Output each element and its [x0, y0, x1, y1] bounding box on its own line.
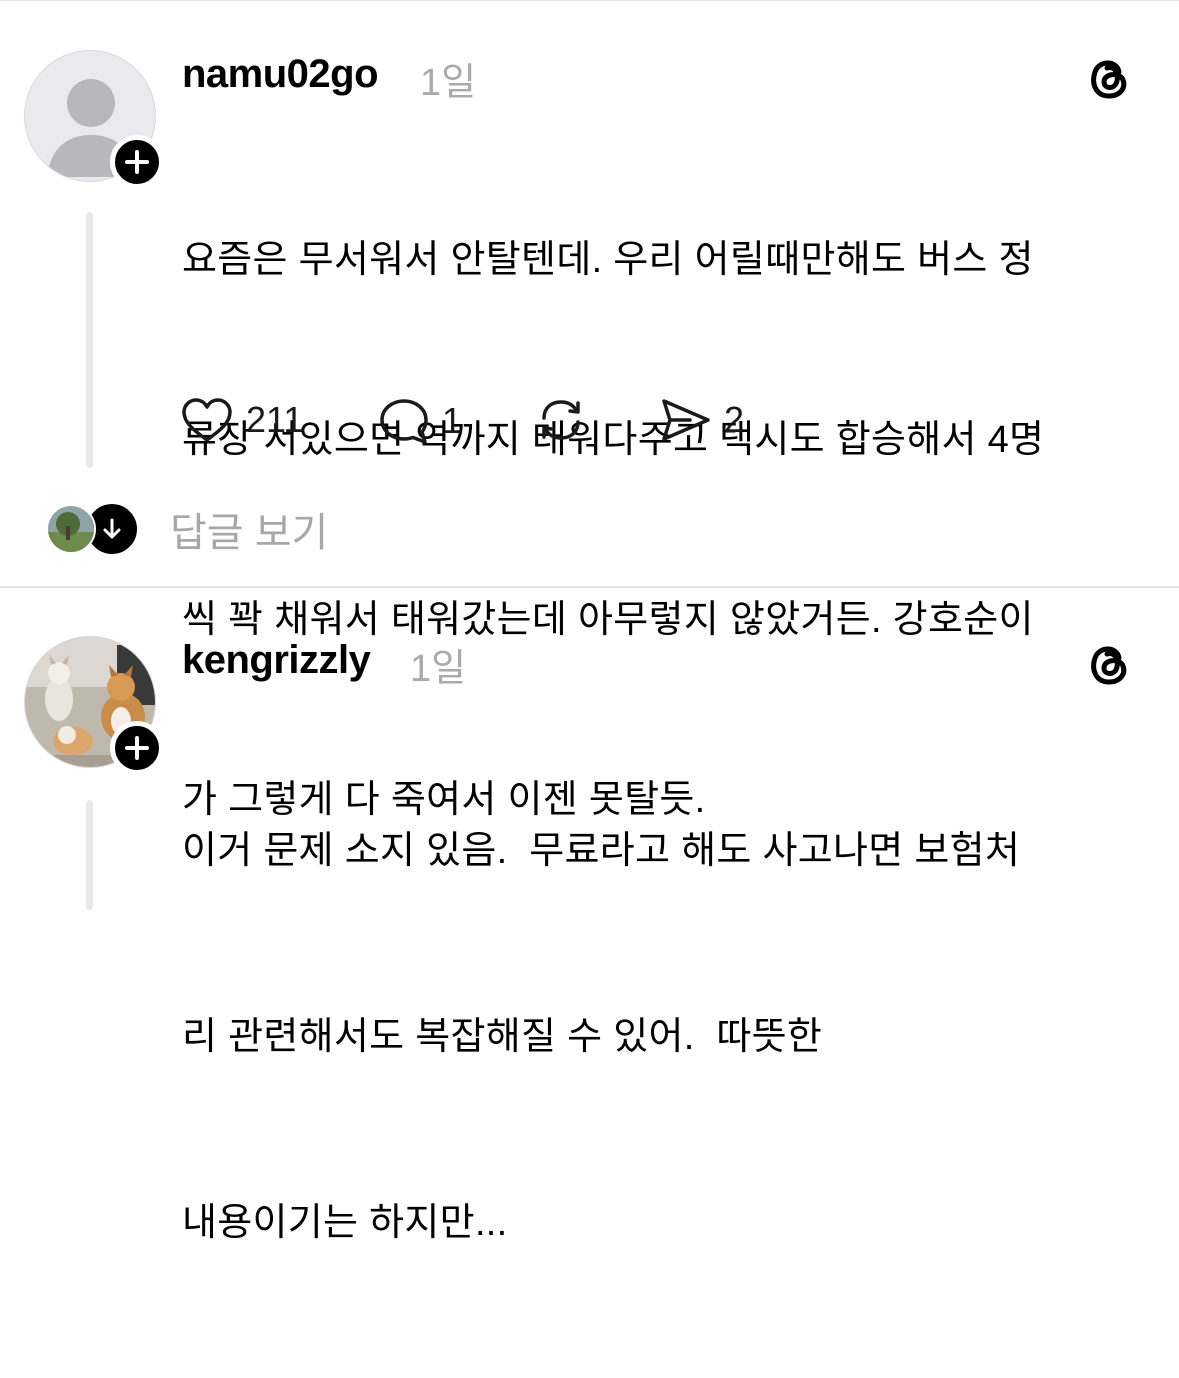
follow-button[interactable]	[110, 135, 164, 189]
comment-count: 1	[442, 400, 463, 441]
comment-button[interactable]: 1	[378, 396, 462, 446]
reply-avatar	[46, 504, 96, 554]
timestamp: 1일	[420, 62, 477, 104]
timestamp: 1일	[410, 648, 467, 690]
post-text-line: 요즘은 무서워서 안탈텐데. 우리 어릴때만해도 버스 정	[182, 239, 1034, 281]
share-button[interactable]: 2	[660, 396, 744, 444]
post-text-line: 내용이기는 하지만...	[182, 1202, 508, 1244]
post-text-line: 류장 서있으면 역까지 태워다주고 택시도 합승해서 4명	[182, 419, 1045, 461]
heart-icon	[182, 398, 232, 442]
username[interactable]: namu02go	[182, 52, 379, 97]
post-namu02go: namu02go 1일 요즘은 무서워서 안탈텐데. 우리 어릴때만해도 버스 …	[0, 0, 1179, 821]
plus-icon	[125, 736, 149, 760]
reply-avatar-photo	[48, 506, 94, 552]
thread-line	[86, 800, 93, 910]
view-replies-button[interactable]: 답글 보기	[46, 500, 328, 558]
share-count: 2	[724, 399, 745, 440]
threads-logo-icon[interactable]	[1084, 52, 1132, 100]
username[interactable]: kengrizzly	[182, 638, 371, 683]
arrow-down-icon	[103, 518, 121, 539]
like-button[interactable]: 211	[180, 396, 303, 444]
comment-icon	[380, 399, 428, 444]
post-text-line: 이거 문제 소지 있음. 무료라고 해도 사고나면 보험처	[182, 830, 1021, 872]
like-count: 211	[246, 399, 304, 440]
view-replies-label[interactable]: 답글 보기	[170, 500, 328, 558]
threads-logo-icon[interactable]	[1084, 638, 1132, 686]
follow-button[interactable]	[110, 721, 164, 775]
repost-icon	[542, 400, 580, 440]
repost-button[interactable]	[534, 394, 588, 446]
post-kengrizzly: kengrizzly 1일 이거 문제 소지 있음. 무료라고 해도 사고나면 …	[0, 588, 1179, 1244]
plus-icon	[125, 150, 149, 174]
post-text-line: 리 관련해서도 복잡해질 수 있어. 따뜻한	[182, 1016, 823, 1058]
post-text: 이거 문제 소지 있음. 무료라고 해도 사고나면 보험처 리 관련해서도 복잡…	[182, 696, 1020, 1378]
thread-line	[86, 212, 93, 468]
share-icon	[662, 399, 710, 441]
